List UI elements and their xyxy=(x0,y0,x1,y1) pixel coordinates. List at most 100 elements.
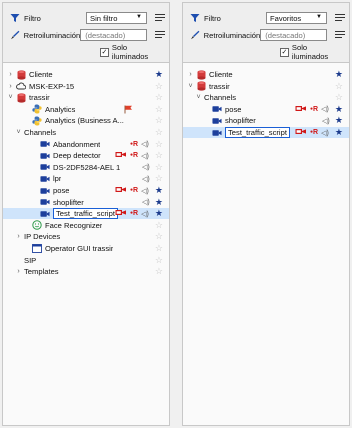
star-filled-icon[interactable]: ★ xyxy=(335,69,343,80)
star-outline-icon[interactable]: ☆ xyxy=(155,104,163,115)
star-outline-icon[interactable]: ☆ xyxy=(155,231,163,242)
speaker-icon: ◁) xyxy=(142,175,150,183)
database-icon xyxy=(196,69,206,80)
tree-row-cliente[interactable]: › Cliente ★ xyxy=(183,69,349,80)
camera-icon xyxy=(40,162,50,172)
backlight-field[interactable]: (destacado) xyxy=(260,29,328,41)
window-icon xyxy=(32,244,42,254)
tree-row-operator-gui-trassir[interactable]: Operator GUI trassir ☆ xyxy=(3,243,169,254)
camera-toggle-icon xyxy=(115,186,127,195)
filter-icon xyxy=(189,12,201,24)
speaker-icon: ◁) xyxy=(141,210,149,218)
star-filled-icon[interactable]: ★ xyxy=(335,115,343,126)
star-outline-icon[interactable]: ☆ xyxy=(155,255,163,266)
tree-row-pose[interactable]: pose ●R ◁) ★ xyxy=(3,185,169,196)
tree-item-label: trassir xyxy=(209,81,230,91)
star-filled-icon[interactable]: ★ xyxy=(335,104,343,115)
filter-icon xyxy=(9,12,21,24)
object-tree-panel-favorites: Filtro Favoritos ▼ Retroiluminación (des… xyxy=(182,2,350,426)
recording-icon: ●R xyxy=(130,140,139,148)
filter-dropdown[interactable]: Sin filtro ▼ xyxy=(86,12,147,24)
camera-icon xyxy=(40,174,50,184)
tree-row-trassir[interactable]: ˅ trassir ☆ xyxy=(3,92,169,103)
star-outline-icon[interactable]: ☆ xyxy=(155,220,163,231)
chevron-down-icon: ▼ xyxy=(136,14,142,20)
channel-status: ◁) xyxy=(295,117,330,125)
star-outline-icon[interactable]: ☆ xyxy=(155,127,163,138)
menu-lines-icon[interactable] xyxy=(335,30,346,40)
star-outline-icon[interactable]: ☆ xyxy=(155,150,163,161)
star-outline-icon[interactable]: ☆ xyxy=(155,173,163,184)
channel-status: ◁) xyxy=(115,175,150,183)
star-filled-icon[interactable]: ★ xyxy=(335,127,343,138)
tree-row-lpr[interactable]: lpr ◁) ☆ xyxy=(3,173,169,184)
star-outline-icon[interactable]: ☆ xyxy=(155,92,163,103)
star-outline-icon[interactable]: ☆ xyxy=(155,115,163,126)
collapse-arrow-icon[interactable]: ˅ xyxy=(195,94,202,101)
tree-row-shoplifter[interactable]: shoplifter ◁) ★ xyxy=(3,197,169,208)
speaker-icon: ◁) xyxy=(142,164,150,172)
tree-row-test-traffic-script[interactable]: Test_traffic_script ●R ◁) ★ xyxy=(183,127,349,138)
camera-icon xyxy=(40,139,50,149)
camera-toggle-icon xyxy=(115,209,127,218)
menu-lines-icon[interactable] xyxy=(155,30,166,40)
tree-row-sip[interactable]: SIP ☆ xyxy=(3,255,169,266)
tree-row-ds-2df5284-ael-1[interactable]: DS-2DF5284-AEL 1 ◁) ☆ xyxy=(3,162,169,173)
collapse-arrow-icon[interactable]: ˅ xyxy=(15,129,22,136)
star-outline-icon[interactable]: ☆ xyxy=(155,266,163,277)
expand-arrow-icon[interactable]: › xyxy=(7,71,14,78)
star-outline-icon[interactable]: ☆ xyxy=(155,139,163,150)
tree-row-shoplifter[interactable]: shoplifter ◁) ★ xyxy=(183,115,349,126)
camera-icon xyxy=(40,209,50,219)
tree-item-label: shoplifter xyxy=(225,116,256,126)
tree-item-label: Test_traffic_script xyxy=(225,127,290,138)
tree-row-deep-detector[interactable]: Deep detector ●R ◁) ☆ xyxy=(3,150,169,161)
expand-arrow-icon[interactable]: › xyxy=(15,233,22,240)
expand-arrow-icon[interactable]: › xyxy=(15,268,22,275)
expand-arrow-icon[interactable]: › xyxy=(7,83,14,90)
tree-row-analytics[interactable]: Analytics ☆ xyxy=(3,104,169,115)
backlight-label: Retroiluminación xyxy=(203,30,261,40)
tree-row-abandonment[interactable]: Abandonment ●R ◁) ☆ xyxy=(3,139,169,150)
menu-lines-icon[interactable] xyxy=(335,13,345,23)
camera-icon xyxy=(40,186,50,196)
only-lit-checkbox[interactable]: ✓ xyxy=(280,47,289,57)
tree-row-test-traffic-script[interactable]: Test_traffic_script ●R ◁) ★ xyxy=(3,208,169,220)
menu-lines-icon[interactable] xyxy=(155,13,165,23)
star-filled-icon[interactable]: ★ xyxy=(155,69,163,80)
backlight-field[interactable]: (destacado) xyxy=(80,29,148,41)
star-outline-icon[interactable]: ☆ xyxy=(155,162,163,173)
speaker-icon: ◁) xyxy=(321,106,329,114)
tree-row-templates[interactable]: › Templates ☆ xyxy=(3,266,169,277)
filter-dropdown[interactable]: Favoritos ▼ xyxy=(266,12,327,24)
star-outline-icon[interactable]: ☆ xyxy=(335,81,343,92)
tree-row-msk-exp-15[interactable]: › MSK-EXP-15 ☆ xyxy=(3,81,169,92)
star-outline-icon[interactable]: ☆ xyxy=(155,81,163,92)
tree-row-cliente[interactable]: › Cliente ★ xyxy=(3,69,169,80)
only-lit-checkbox[interactable]: ✓ xyxy=(100,47,109,57)
star-filled-icon[interactable]: ★ xyxy=(155,185,163,196)
tree-row-ip-devices[interactable]: › IP Devices ☆ xyxy=(3,231,169,242)
tree-row-trassir[interactable]: ˅ trassir ☆ xyxy=(183,81,349,92)
camera-toggle-icon xyxy=(295,128,307,137)
star-outline-icon[interactable]: ☆ xyxy=(335,92,343,103)
collapse-arrow-icon[interactable]: ˅ xyxy=(7,94,14,101)
star-outline-icon[interactable]: ☆ xyxy=(155,243,163,254)
expand-arrow-icon[interactable]: › xyxy=(187,71,194,78)
tree-row-channels[interactable]: ˅ Channels ☆ xyxy=(183,92,349,103)
recording-icon: ●R xyxy=(310,129,319,136)
speaker-icon: ◁) xyxy=(141,141,149,149)
tree-row-pose[interactable]: pose ●R ◁) ★ xyxy=(183,104,349,115)
star-filled-icon[interactable]: ★ xyxy=(155,197,163,208)
tree-row-analytics-business-a[interactable]: Analytics (Business A... ☆ xyxy=(3,115,169,126)
tree-item-label: Channels xyxy=(24,128,57,137)
tree-row-channels[interactable]: ˅ Channels ☆ xyxy=(3,127,169,138)
collapse-arrow-icon[interactable]: ˅ xyxy=(187,83,194,90)
cloud-icon xyxy=(16,81,26,91)
star-filled-icon[interactable]: ★ xyxy=(155,208,163,219)
tree-item-label: Analytics xyxy=(45,104,76,114)
tree-item-label: Cliente xyxy=(29,70,53,79)
tree-item-label: Test_traffic_script xyxy=(53,208,118,220)
camera-icon xyxy=(40,151,50,161)
tree-row-face-recognizer[interactable]: Face Recognizer ☆ xyxy=(3,220,169,231)
